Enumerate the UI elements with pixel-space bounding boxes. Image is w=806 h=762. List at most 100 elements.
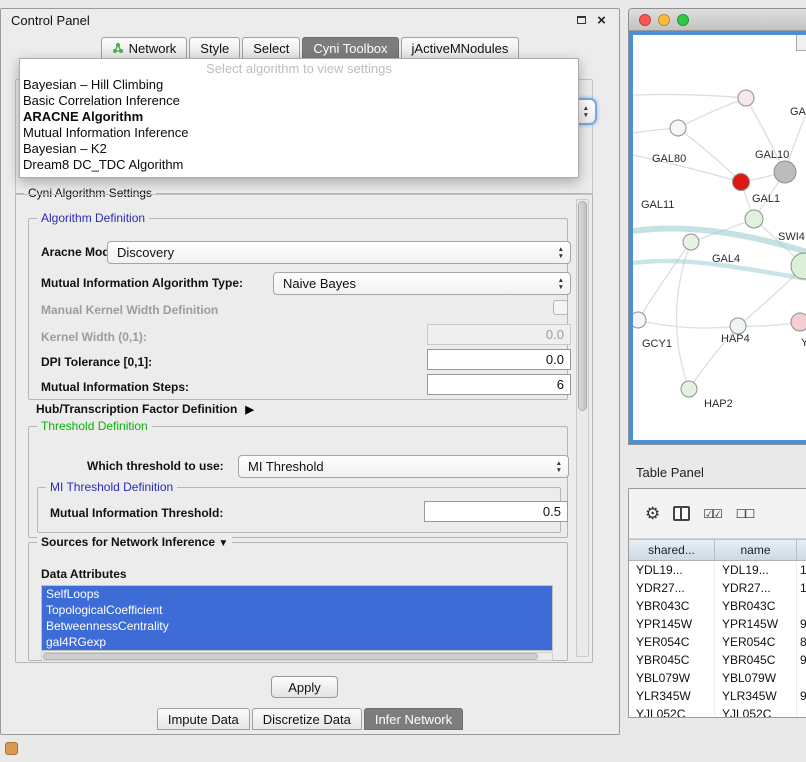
table-row[interactable]: YBR045CYBR045C9. (629, 651, 806, 669)
attribute-item-selfloops[interactable]: SelfLoops (42, 586, 552, 602)
network-node[interactable] (670, 120, 686, 136)
tab-select[interactable]: Select (242, 37, 300, 59)
table-row[interactable]: YBL079WYBL079W (629, 669, 806, 687)
mi-threshold-field[interactable]: 0.5 (424, 501, 568, 522)
node-label-gcy1: GCY1 (642, 338, 672, 350)
network-canvas-frame[interactable]: GAL80GAL10GAL11GAL1SWI4GAL4GCY1HAP4HAP2G… (629, 31, 806, 444)
tab-discretize-data[interactable]: Discretize Data (252, 708, 362, 730)
node-label-gal80: GAL80 (652, 153, 686, 165)
table-row[interactable]: YLR345WYLR345W9. (629, 687, 806, 705)
algorithm-option-bayesian-hill-climbing[interactable]: Bayesian – Hill Climbing (20, 77, 578, 93)
network-node[interactable] (745, 210, 763, 228)
network-edge (678, 98, 746, 128)
combo-arrows-icon: ▲▼ (583, 105, 589, 119)
algorithm-option-dream8-dc-tdc-algorithm[interactable]: Dream8 DC_TDC Algorithm (20, 157, 578, 173)
minimize-traffic-light[interactable] (658, 14, 670, 26)
tab-label: Discretize Data (263, 712, 351, 727)
hscroll-thumb[interactable] (43, 653, 538, 660)
dpi-tolerance-label: DPI Tolerance [0,1]: (41, 355, 152, 369)
network-edge (638, 320, 738, 328)
dpi-tolerance-field[interactable]: 0.0 (427, 349, 571, 370)
table-row[interactable]: YER054CYER054C8. (629, 633, 806, 651)
float-window-icon[interactable] (574, 13, 589, 28)
algorithm-option-basic-correlation-inference[interactable]: Basic Correlation Inference (20, 93, 578, 109)
attribute-item-topologicalcoefficient[interactable]: TopologicalCoefficient (42, 602, 552, 618)
control-panel-tabs: Network Style SelectCyni ToolboxjActiveMNo… (1, 37, 619, 59)
tab-impute-data[interactable]: Impute Data (157, 708, 250, 730)
combo-arrows-icon: ▲▼ (558, 246, 564, 260)
clear-selection-icon[interactable]: ☐☐ (736, 507, 756, 521)
table-row[interactable]: YDL19...YDL19...13 (629, 561, 806, 579)
collapsed-arrow-icon[interactable]: ▶ (245, 403, 253, 416)
tab-style[interactable]: Style (189, 37, 240, 59)
aracne-mode-value: Discovery (117, 245, 174, 260)
table-cell: YPR145W (629, 615, 715, 633)
select-all-icon[interactable]: ☑☑ (703, 507, 723, 521)
table-row[interactable]: YPR145WYPR145W9. (629, 615, 806, 633)
mi-threshold-label: Mutual Information Threshold: (50, 506, 223, 520)
combo-arrows-icon: ▲▼ (558, 277, 564, 291)
table-cell: YJL052C (715, 705, 797, 717)
attribute-item-betweennesscentrality[interactable]: BetweennessCentrality (42, 618, 552, 634)
network-edge (638, 242, 691, 320)
manual-kernel-checkbox[interactable] (553, 300, 568, 315)
close-panel-icon[interactable]: × (594, 13, 609, 28)
node-label-gal11: GAL11 (641, 199, 674, 211)
columns-icon[interactable] (673, 506, 690, 521)
attribute-item-gal4rgexp[interactable]: gal4RGexp (42, 634, 552, 650)
network-node[interactable] (683, 234, 699, 250)
tab-infer-network[interactable]: Infer Network (364, 708, 463, 730)
close-traffic-light[interactable] (639, 14, 651, 26)
network-node[interactable] (774, 161, 796, 183)
zoom-traffic-light[interactable] (677, 14, 689, 26)
which-threshold-combo[interactable]: MI Threshold ▲▼ (238, 455, 569, 478)
apply-button[interactable]: Apply (271, 676, 338, 698)
attributes-horizontal-scrollbar[interactable] (41, 652, 553, 661)
kernel-width-field: 0.0 (427, 324, 571, 345)
sources-group-title[interactable]: Sources for Network Inference ▼ (37, 535, 232, 549)
data-attributes-list[interactable]: SelfLoopsTopologicalCoefficientBetweenne… (41, 585, 553, 651)
algorithm-option-bayesian-k2[interactable]: Bayesian – K2 (20, 141, 578, 157)
hub-definition-toggle[interactable]: Hub/Transcription Factor Definition ▶ (36, 402, 254, 416)
table-cell: 9. (797, 651, 806, 669)
table-cell: YER054C (629, 633, 715, 651)
network-node[interactable] (633, 312, 646, 328)
tab-cyni-toolbox[interactable]: Cyni Toolbox (302, 37, 398, 59)
algorithm-option-aracne-algorithm[interactable]: ARACNE Algorithm (20, 109, 578, 125)
network-node[interactable] (730, 318, 746, 334)
vscroll-thumb[interactable] (578, 201, 587, 411)
network-node[interactable] (738, 90, 754, 106)
mi-type-combo[interactable]: Naive Bayes ▲▼ (273, 272, 571, 295)
tab-network[interactable]: Network (101, 37, 188, 59)
node-label-gal4: GAL4 (712, 253, 740, 265)
tab-label: Style (200, 41, 229, 56)
table-cell (797, 705, 806, 717)
expanded-arrow-icon[interactable]: ▼ (218, 538, 228, 549)
table-toolbar: ⚙ ☑☑ ☐☐ (629, 489, 806, 539)
settings-vertical-scrollbar[interactable] (576, 199, 589, 657)
table-cell: 8. (797, 633, 806, 651)
combo-arrows-icon: ▲▼ (556, 460, 562, 474)
table-row[interactable]: YJL052CYJL052C (629, 705, 806, 717)
sources-group: Sources for Network Inference ▼ Data Att… (28, 542, 568, 661)
gear-icon[interactable]: ⚙ (645, 504, 660, 524)
which-threshold-value: MI Threshold (248, 459, 324, 474)
network-edge (633, 155, 741, 182)
table-row[interactable]: YDR27...YDR27...12 (629, 579, 806, 597)
network-node[interactable] (791, 313, 806, 331)
canvas-corner-widget[interactable] (796, 35, 806, 51)
tab-jactivemnodules[interactable]: jActiveMNodules (401, 37, 520, 59)
algorithm-option-mutual-information-inference[interactable]: Mutual Information Inference (20, 125, 578, 141)
column-header-shared[interactable]: shared... (629, 540, 715, 560)
column-header-col3[interactable] (797, 540, 806, 560)
table-cell: YBL079W (715, 669, 797, 687)
column-header-name[interactable]: name (715, 540, 797, 560)
data-attributes-label: Data Attributes (41, 567, 127, 581)
mi-steps-field[interactable]: 6 (427, 374, 571, 395)
network-node[interactable] (733, 174, 750, 191)
aracne-mode-combo[interactable]: Discovery ▲▼ (107, 241, 571, 264)
network-canvas-svg[interactable]: GAL80GAL10GAL11GAL1SWI4GAL4GCY1HAP4HAP2G… (633, 35, 806, 442)
network-node[interactable] (681, 381, 697, 397)
collapsed-panel-icon[interactable] (5, 742, 18, 755)
table-row[interactable]: YBR043CYBR043C (629, 597, 806, 615)
